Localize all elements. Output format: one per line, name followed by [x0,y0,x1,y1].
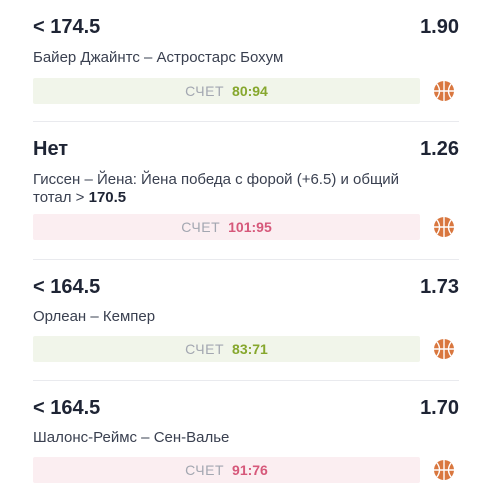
score-bar: СЧЕТ 80:94 [33,78,420,104]
score-bar: СЧЕТ 101:95 [33,214,420,240]
divider [33,121,459,122]
match-name: Байер Джайнтс – Астростарс Бохум [33,49,284,66]
score-value: 83:71 [232,341,268,357]
match-name: Шалонс-Реймс – Сен-Валье [33,429,230,446]
score-value: 80:94 [232,83,268,99]
basketball-icon [433,80,455,102]
match-line-1: Гиссен – Йена: Йена победа с форой (+6.5… [33,171,400,188]
score-label: СЧЕТ [185,462,225,478]
bet-odds: 1.90 [420,16,459,38]
basketball-icon [433,459,455,481]
bet-pick: < 164.5 [33,397,101,419]
divider [33,259,459,260]
bet-card[interactable]: Нет 1.26 Гиссен – Йена: Йена победа с фо… [33,138,459,248]
match-line-2-prefix: тотал > [33,189,89,206]
bet-pick: < 164.5 [33,276,101,298]
bet-odds: 1.73 [420,276,459,298]
score-label: СЧЕТ [181,219,221,235]
score-label: СЧЕТ [185,83,225,99]
match-name: Гиссен – Йена: Йена победа с форой (+6.5… [33,171,399,207]
match-name: Орлеан – Кемпер [33,308,156,325]
bet-pick: Нет [33,138,69,160]
score-label: СЧЕТ [185,341,225,357]
bet-card[interactable]: < 174.5 1.90 Байер Джайнтс – Астростарс … [33,16,459,106]
score-value: 101:95 [228,219,272,235]
score-bar: СЧЕТ 91:76 [33,457,420,483]
score-bar: СЧЕТ 83:71 [33,336,420,362]
bet-pick: < 174.5 [33,16,101,38]
bet-card[interactable]: < 164.5 1.70 Шалонс-Реймс – Сен-Валье СЧ… [33,397,459,487]
score-value: 91:76 [232,462,268,478]
basketball-icon [433,338,455,360]
bet-odds: 1.26 [420,138,459,160]
bet-card[interactable]: < 164.5 1.73 Орлеан – Кемпер СЧЕТ 83:71 [33,276,459,366]
bet-odds: 1.70 [420,397,459,419]
basketball-icon [433,216,455,238]
divider [33,380,459,381]
total-value: 170.5 [88,189,127,206]
